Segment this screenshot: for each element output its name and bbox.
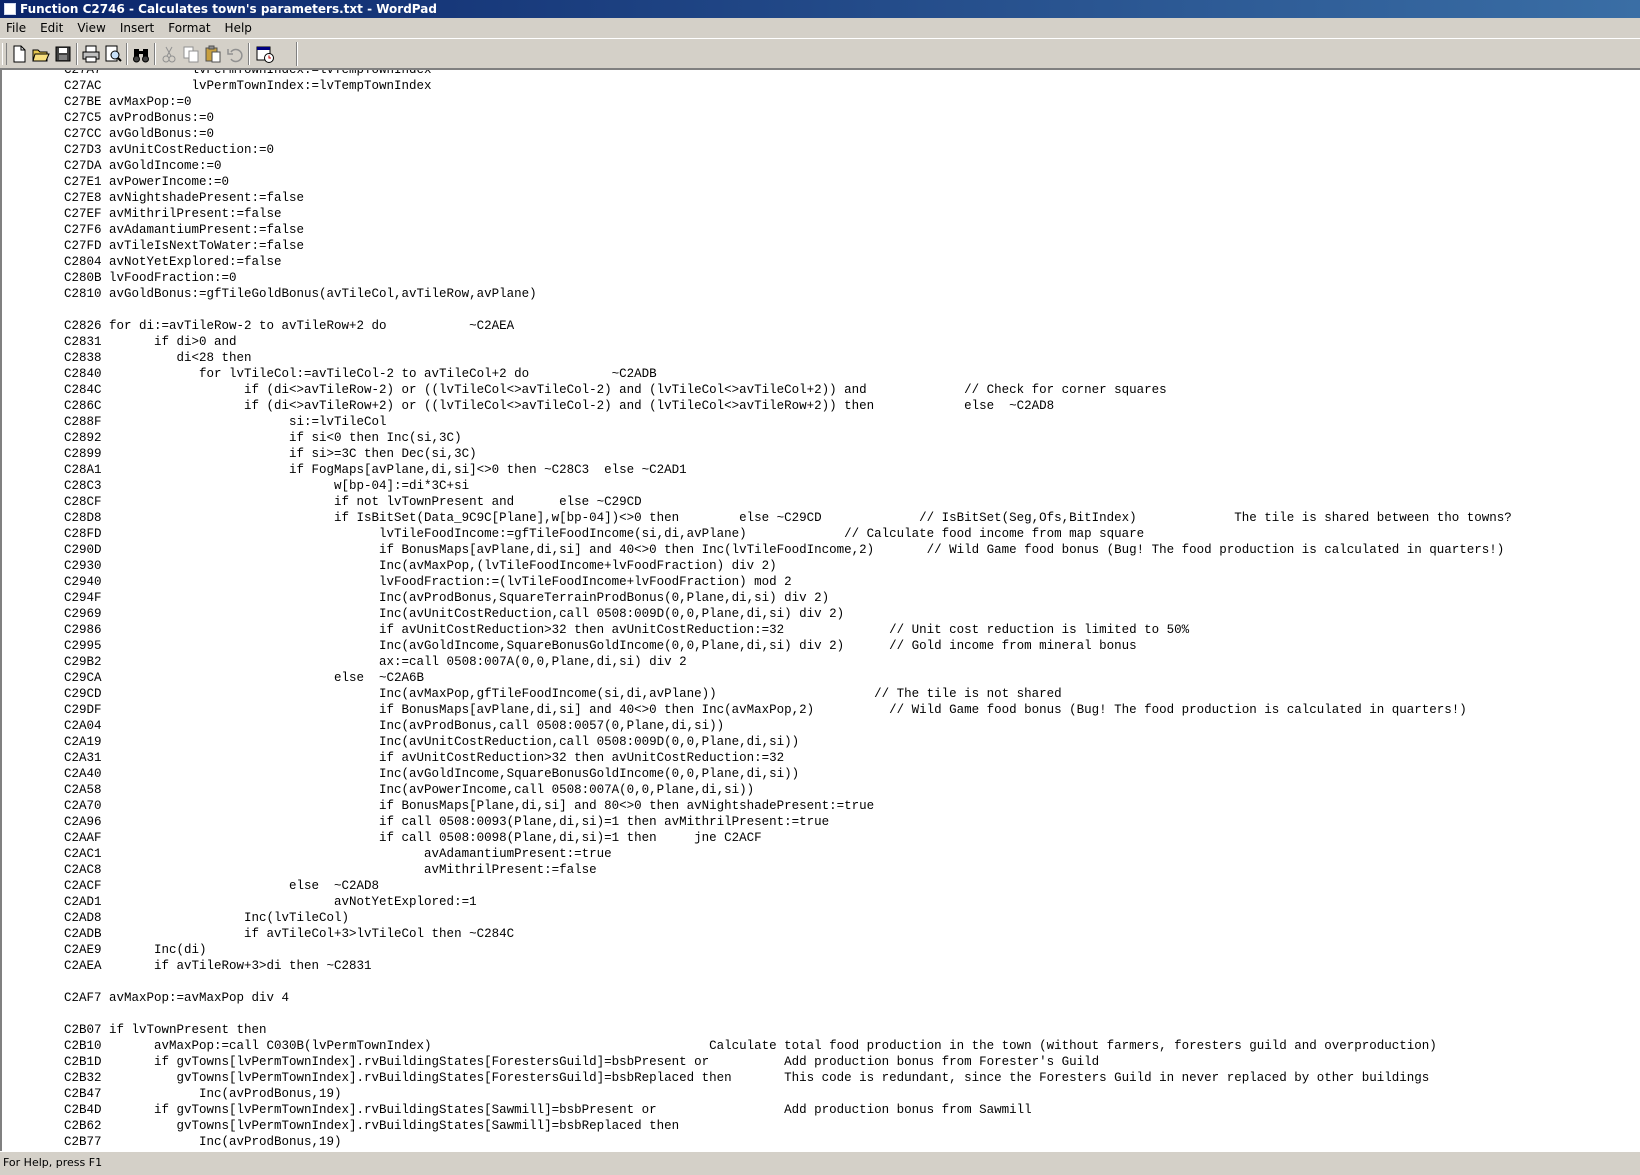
toolbar-separator [76, 43, 78, 65]
undo-button[interactable] [224, 43, 246, 65]
open-button[interactable] [30, 43, 52, 65]
toolbar-grip[interactable] [2, 43, 7, 65]
cut-button[interactable] [158, 43, 180, 65]
date-time-icon [256, 46, 274, 63]
save-button[interactable] [52, 43, 74, 65]
paste-icon [205, 45, 221, 63]
find-icon [133, 49, 149, 63]
title-bar[interactable]: Function C2746 - Calculates town's param… [0, 0, 1640, 18]
wordpad-app-icon[interactable] [4, 3, 16, 15]
copy-icon [183, 46, 199, 63]
print-preview-button[interactable] [102, 43, 124, 65]
toolbar-separator [154, 43, 156, 65]
menu-bar: File Edit View Insert Format Help [0, 18, 1640, 38]
toolbar-separator [248, 43, 250, 65]
new-icon [13, 45, 26, 63]
document-text[interactable]: C27A7 lvPermTownIndex:=lvTempTownIndex C… [64, 70, 1512, 1150]
status-text: For Help, press F1 [3, 1156, 103, 1169]
undo-icon [227, 48, 243, 63]
menu-view[interactable]: View [70, 18, 112, 38]
toolbar-end-separator [296, 42, 298, 66]
status-bar: For Help, press F1 [0, 1151, 1640, 1175]
find-button[interactable] [130, 43, 152, 65]
menu-edit[interactable]: Edit [33, 18, 70, 38]
print-button[interactable] [80, 43, 102, 65]
print-preview-icon [105, 45, 122, 62]
toolbar-separator [126, 43, 128, 65]
open-icon [32, 49, 50, 62]
save-icon [55, 46, 71, 62]
cut-icon [162, 46, 176, 63]
window-title: Function C2746 - Calculates town's param… [20, 2, 437, 16]
date-time-button[interactable] [254, 43, 276, 65]
menu-file[interactable]: File [0, 18, 33, 38]
new-button[interactable] [8, 43, 30, 65]
paste-button[interactable] [202, 43, 224, 65]
menu-format[interactable]: Format [161, 18, 217, 38]
document-area[interactable]: C27A7 lvPermTownIndex:=lvTempTownIndex C… [0, 69, 1640, 1151]
print-icon [82, 45, 100, 63]
copy-button[interactable] [180, 43, 202, 65]
menu-insert[interactable]: Insert [113, 18, 161, 38]
toolbar [0, 38, 1640, 69]
menu-help[interactable]: Help [218, 18, 259, 38]
